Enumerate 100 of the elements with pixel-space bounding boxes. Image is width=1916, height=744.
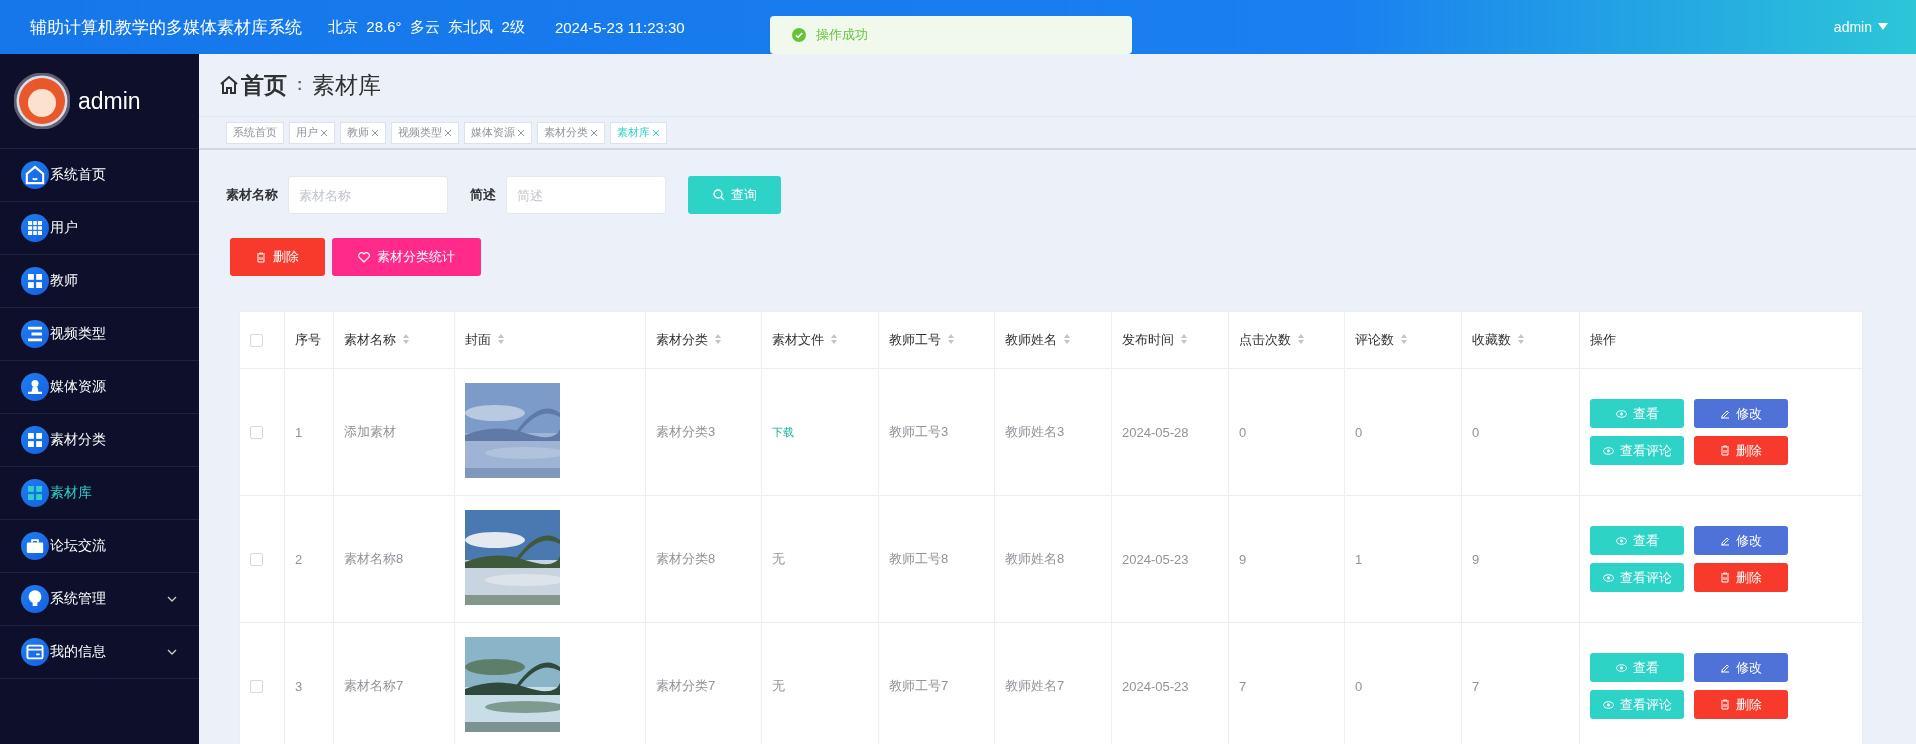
- sidebar-item[interactable]: 论坛交流: [0, 520, 199, 573]
- table-cell: 素材分类8: [656, 551, 716, 566]
- sidebar-item[interactable]: 素材分类: [0, 414, 199, 467]
- page-tab[interactable]: 素材分类: [537, 121, 605, 144]
- sidebar-item[interactable]: 我的信息: [0, 626, 199, 679]
- pencil-icon: [1720, 535, 1730, 546]
- delete-button[interactable]: 删除: [1694, 436, 1788, 465]
- sidebar-item[interactable]: 视频类型: [0, 308, 199, 361]
- table-cell: 3: [295, 678, 303, 694]
- sidebar-item[interactable]: 系统管理: [0, 573, 199, 626]
- page-tab[interactable]: 媒体资源: [464, 121, 532, 144]
- close-icon[interactable]: [320, 128, 328, 137]
- table-cell: 2024-05-23: [1122, 678, 1189, 694]
- toast-message: 操作成功: [816, 26, 868, 44]
- edit-button[interactable]: 修改: [1694, 399, 1788, 428]
- sidebar-item[interactable]: 媒体资源: [0, 361, 199, 414]
- grid-icon: [21, 214, 49, 242]
- column-header[interactable]: 素材分类: [656, 332, 708, 347]
- column-header[interactable]: 教师工号: [889, 332, 941, 347]
- sort-icon[interactable]: [714, 333, 722, 345]
- column-header: 序号: [295, 332, 321, 347]
- column-header[interactable]: 评论数: [1355, 332, 1394, 347]
- field-label: 简述: [470, 186, 496, 204]
- house-icon: [21, 161, 49, 189]
- close-icon[interactable]: [517, 128, 525, 137]
- search-field[interactable]: 素材名称: [288, 176, 448, 214]
- sort-icon[interactable]: [1180, 333, 1188, 345]
- breadcrumb-home[interactable]: 首页: [219, 69, 287, 101]
- page-tab[interactable]: 视频类型: [391, 121, 459, 144]
- sidebar-item[interactable]: 素材库: [0, 467, 199, 520]
- sort-icon[interactable]: [402, 333, 410, 345]
- eye-icon: [1615, 409, 1627, 418]
- table-cell: 1: [1355, 551, 1363, 567]
- system-title: 辅助计算机教学的多媒体素材库系统: [30, 16, 302, 39]
- avatar-icon: [14, 73, 70, 129]
- checkbox[interactable]: [250, 679, 263, 693]
- table-cell: 教师姓名7: [1005, 678, 1065, 693]
- close-icon[interactable]: [590, 128, 598, 137]
- column-header[interactable]: 收藏数: [1472, 332, 1511, 347]
- checkbox[interactable]: [250, 333, 263, 347]
- bulb-icon: [21, 585, 49, 613]
- table-cell: 7: [1472, 678, 1480, 694]
- eye-icon: [1602, 573, 1614, 582]
- trash-icon: [1720, 572, 1730, 583]
- edit-button[interactable]: 修改: [1694, 653, 1788, 682]
- eye-icon: [1602, 700, 1614, 709]
- checkbox[interactable]: [250, 552, 263, 566]
- delete-button[interactable]: 删除: [1694, 690, 1788, 719]
- table-cell: 素材分类3: [656, 424, 716, 439]
- column-header[interactable]: 发布时间: [1122, 332, 1174, 347]
- delete-button[interactable]: 删除: [1694, 563, 1788, 592]
- sort-icon[interactable]: [1297, 333, 1305, 345]
- column-header: 操作: [1590, 332, 1616, 347]
- page-tab[interactable]: 系统首页: [226, 121, 284, 144]
- column-header[interactable]: 点击次数: [1239, 332, 1291, 347]
- table-cell: 2024-05-28: [1122, 424, 1189, 440]
- column-header[interactable]: 封面: [465, 332, 491, 347]
- check-circle-icon: [792, 28, 806, 42]
- grid-icon: [21, 479, 49, 507]
- sort-icon[interactable]: [1400, 333, 1408, 345]
- column-header[interactable]: 素材名称: [344, 332, 396, 347]
- sort-icon[interactable]: [1517, 333, 1525, 345]
- column-header[interactable]: 教师姓名: [1005, 332, 1057, 347]
- sort-icon[interactable]: [1063, 333, 1071, 345]
- table-cell: 9: [1239, 551, 1247, 567]
- eye-icon: [1615, 536, 1627, 545]
- close-icon[interactable]: [652, 128, 660, 137]
- table-cell: 素材分类7: [656, 678, 716, 693]
- sort-icon[interactable]: [830, 333, 838, 345]
- caret-icon: [1878, 23, 1888, 31]
- column-header[interactable]: 素材文件: [772, 332, 824, 347]
- weather-text: 北京 28.6° 多云 东北风 2级: [328, 17, 525, 37]
- sidebar-item[interactable]: 用户: [0, 202, 199, 255]
- stamp-icon: [21, 373, 49, 401]
- table-cell: 0: [1355, 678, 1363, 694]
- table-cell: 1: [295, 424, 303, 440]
- checkbox[interactable]: [250, 425, 263, 439]
- table-cell: 0: [1239, 424, 1247, 440]
- sort-icon[interactable]: [497, 333, 505, 345]
- table-cell: 添加素材: [344, 424, 396, 439]
- edit-button[interactable]: 修改: [1694, 526, 1788, 555]
- field-label: 素材名称: [226, 186, 278, 204]
- stats-button[interactable]: 素材分类统计: [332, 238, 481, 276]
- table-cell: 2: [295, 551, 303, 567]
- list-icon: [21, 320, 49, 348]
- table-cell: 教师姓名8: [1005, 551, 1065, 566]
- sidebar-item[interactable]: 教师: [0, 255, 199, 308]
- trash-icon: [256, 251, 266, 263]
- page-tab[interactable]: 教师: [340, 121, 386, 144]
- search-field[interactable]: 简述: [506, 176, 666, 214]
- sort-icon[interactable]: [947, 333, 955, 345]
- close-icon[interactable]: [444, 128, 452, 137]
- table-cell: 0: [1472, 424, 1480, 440]
- sidebar-item[interactable]: 系统首页: [0, 149, 199, 202]
- grid-icon: [21, 426, 49, 454]
- delete-button[interactable]: 删除: [230, 238, 325, 276]
- eye-icon: [1615, 663, 1627, 672]
- page-tab[interactable]: 用户: [289, 121, 335, 144]
- close-icon[interactable]: [371, 128, 379, 137]
- download-link[interactable]: 下载: [772, 426, 794, 438]
